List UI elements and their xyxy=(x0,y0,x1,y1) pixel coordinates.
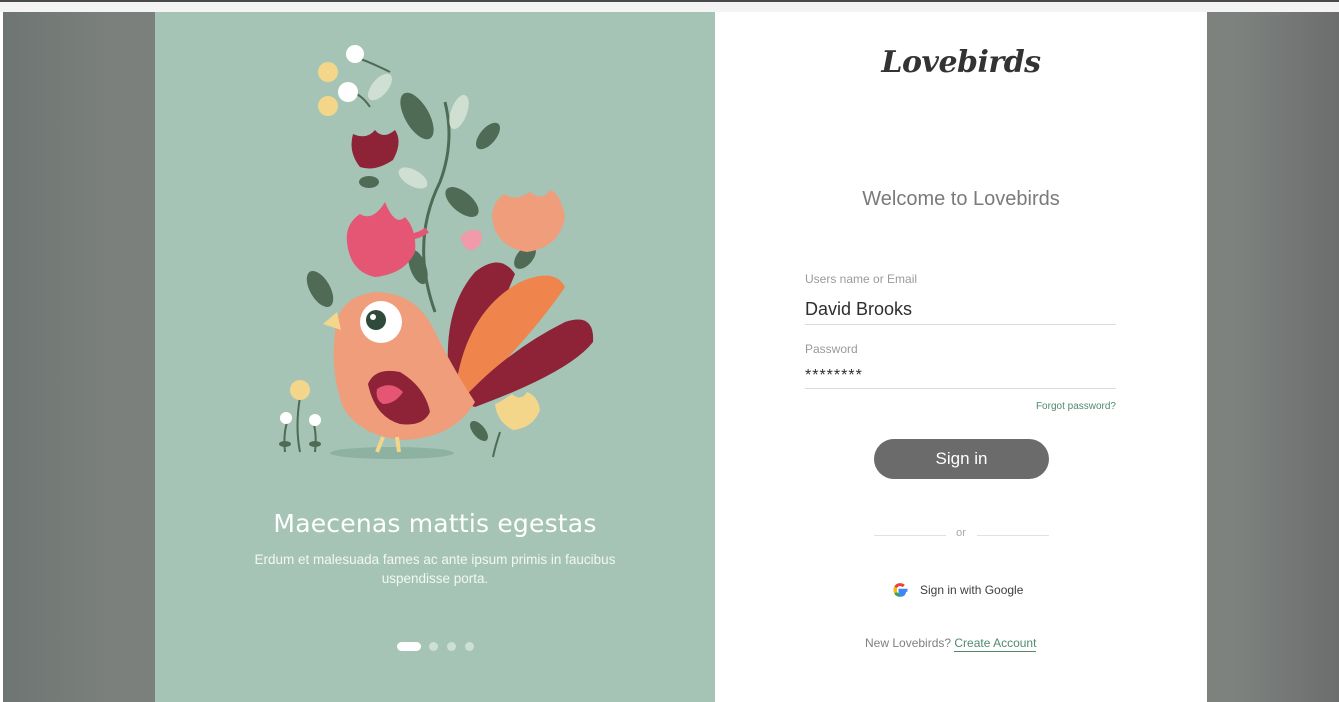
google-sign-in-button[interactable]: Sign in with Google xyxy=(890,578,1040,602)
divider-left xyxy=(874,535,946,536)
welcome-heading: Welcome to Lovebirds xyxy=(862,188,1060,210)
forgot-password-link[interactable]: Forgot password? xyxy=(1005,401,1116,412)
pager-dot-4[interactable] xyxy=(465,642,474,651)
pager-dot-3[interactable] xyxy=(447,642,456,651)
new-account-row: New Lovebirds? Create Account xyxy=(865,636,1065,652)
username-input[interactable] xyxy=(805,294,1116,325)
google-sign-in-label: Sign in with Google xyxy=(920,583,1024,597)
login-panel: Lovebirds Welcome to Lovebirds Users nam… xyxy=(715,12,1207,702)
or-divider-text: or xyxy=(956,527,966,539)
brand-logo: Lovebirds xyxy=(881,45,1041,80)
google-icon xyxy=(893,583,908,597)
promo-title: Maecenas mattis egestas xyxy=(273,509,597,538)
pager-dot-1[interactable] xyxy=(397,642,421,651)
pager-dot-2[interactable] xyxy=(429,642,438,651)
password-input[interactable] xyxy=(805,364,1116,389)
promo-subtitle: Erdum et malesuada fames ac ante ipsum p… xyxy=(254,552,616,586)
new-account-prompt: New Lovebirds? xyxy=(865,636,952,650)
divider-right xyxy=(977,535,1049,536)
password-label: Password xyxy=(805,342,858,356)
browser-top-strip xyxy=(0,0,1339,12)
carousel-pager xyxy=(397,642,477,652)
create-account-link[interactable]: Create Account xyxy=(954,636,1037,652)
username-label: Users name or Email xyxy=(805,272,918,286)
sign-in-button[interactable]: Sign in xyxy=(874,439,1049,479)
promo-panel: Maecenas mattis egestas Erdum et malesua… xyxy=(155,12,715,702)
bird-illustration xyxy=(279,45,594,459)
